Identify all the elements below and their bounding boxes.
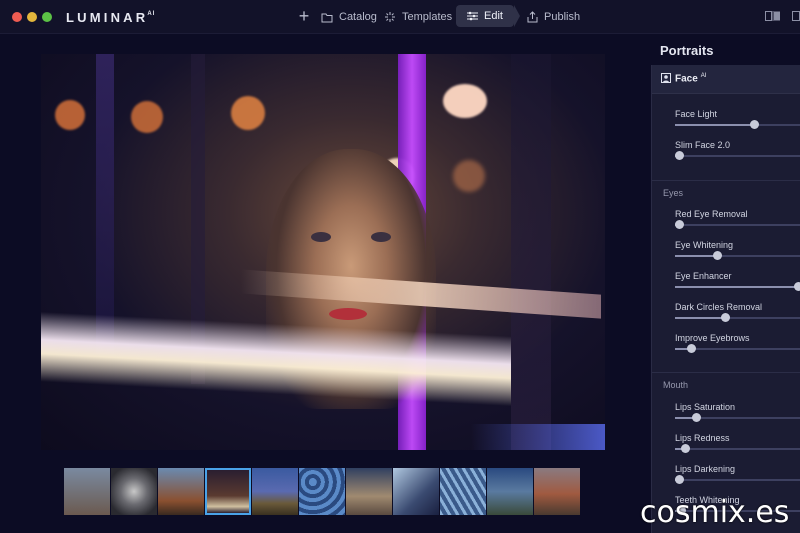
slider-fill xyxy=(675,317,726,319)
tab-publish[interactable]: Publish xyxy=(527,9,580,25)
slider-track[interactable] xyxy=(675,413,800,422)
photo-column xyxy=(96,54,114,354)
filmstrip-thumb[interactable] xyxy=(158,468,204,515)
slider-track[interactable] xyxy=(674,151,800,160)
bokeh-light xyxy=(453,160,485,192)
filmstrip-thumb[interactable] xyxy=(534,468,580,515)
tab-publish-label: Publish xyxy=(544,11,581,23)
plus-icon: + xyxy=(298,6,310,26)
mouth-section-label: Mouth xyxy=(663,380,689,390)
slider-label: Eye Whitening xyxy=(675,240,734,250)
slider-knob[interactable] xyxy=(674,475,684,484)
minimize-window-button[interactable] xyxy=(27,12,37,22)
filmstrip-thumb[interactable] xyxy=(393,468,439,515)
slider-knob[interactable] xyxy=(674,220,684,229)
bokeh-light xyxy=(131,101,163,133)
filmstrip-thumb[interactable] xyxy=(111,468,157,515)
slider-knob[interactable] xyxy=(674,151,684,160)
slider-knob[interactable] xyxy=(750,120,760,129)
slider-label: Slim Face 2.0 xyxy=(675,140,731,150)
title-bar: LUMINARAI + Catalog Templates Edit Publi… xyxy=(0,0,800,34)
tab-templates-label: Templates xyxy=(402,11,453,23)
slider-track[interactable] xyxy=(674,475,800,484)
slider-label: Face Light xyxy=(675,109,718,119)
slider-track[interactable] xyxy=(675,282,800,291)
panel-toggle-icon[interactable] xyxy=(792,11,800,21)
subject-lips xyxy=(329,308,367,320)
subject-eye xyxy=(311,232,331,242)
slider-knob[interactable] xyxy=(721,313,731,322)
app-logo: LUMINARAI xyxy=(66,10,156,25)
slider-track[interactable] xyxy=(675,251,800,260)
slider-fill xyxy=(675,255,717,257)
tab-catalog-label: Catalog xyxy=(339,11,377,23)
close-window-button[interactable] xyxy=(12,12,22,22)
slider-label: Dark Circles Removal xyxy=(675,302,763,312)
subject-eye xyxy=(371,232,391,242)
add-photos-button[interactable]: + xyxy=(296,6,312,26)
slider-label: Improve Eyebrows xyxy=(675,333,750,343)
filmstrip-thumb-selected[interactable] xyxy=(205,468,251,515)
face-tool-header[interactable]: Face AI xyxy=(652,65,800,94)
compare-icon[interactable] xyxy=(765,11,781,21)
filmstrip xyxy=(64,468,580,515)
main-photo[interactable] xyxy=(41,54,605,450)
panel-title: Portraits xyxy=(660,43,714,58)
section-divider xyxy=(652,372,800,373)
slider-track[interactable] xyxy=(675,120,800,129)
tab-templates[interactable]: Templates xyxy=(384,9,452,25)
slider-fill xyxy=(675,286,799,288)
face-tool-label: Face AI xyxy=(675,73,707,85)
filmstrip-thumb[interactable] xyxy=(64,468,110,515)
section-divider xyxy=(652,180,800,181)
eyes-section-label: Eyes xyxy=(663,188,684,198)
tab-edit[interactable]: Edit xyxy=(456,5,520,27)
slider-label: Red Eye Removal xyxy=(675,209,748,219)
slider-label: Eye Enhancer xyxy=(675,271,732,281)
tools-panel: Face AI Face Light Slim Face 2.0 Eyes Red … xyxy=(651,65,800,533)
photo-column xyxy=(511,54,551,450)
slider-track[interactable] xyxy=(675,313,800,322)
sparkle-icon xyxy=(385,12,395,22)
slider-knob[interactable] xyxy=(687,344,697,353)
watermark-text: cosmix.es xyxy=(640,495,790,530)
slider-track[interactable] xyxy=(674,220,800,229)
bokeh-light xyxy=(55,100,85,130)
share-icon xyxy=(527,11,538,23)
slider-label: Lips Darkening xyxy=(675,464,736,474)
filmstrip-thumb[interactable] xyxy=(440,468,486,515)
filmstrip-thumb[interactable] xyxy=(252,468,298,515)
tab-catalog[interactable]: Catalog xyxy=(321,9,377,25)
tab-edit-label: Edit xyxy=(484,10,503,22)
portrait-icon xyxy=(661,73,671,83)
sliders-icon xyxy=(467,11,478,21)
slider-label: Lips Saturation xyxy=(675,402,736,412)
filmstrip-thumb[interactable] xyxy=(346,468,392,515)
zoom-window-button[interactable] xyxy=(42,12,52,22)
slider-knob[interactable] xyxy=(681,444,691,453)
slider-knob[interactable] xyxy=(712,251,722,260)
filmstrip-thumb[interactable] xyxy=(299,468,345,515)
light-streak xyxy=(471,424,605,450)
slider-track[interactable] xyxy=(675,344,800,353)
bokeh-light xyxy=(231,96,265,130)
filmstrip-thumb[interactable] xyxy=(487,468,533,515)
slider-track[interactable] xyxy=(675,444,800,453)
slider-label: Lips Redness xyxy=(675,433,730,443)
bokeh-light xyxy=(443,84,487,118)
folder-icon xyxy=(321,13,333,22)
slider-fill xyxy=(675,124,755,126)
slider-knob[interactable] xyxy=(692,413,702,422)
slider-knob[interactable] xyxy=(794,282,800,291)
